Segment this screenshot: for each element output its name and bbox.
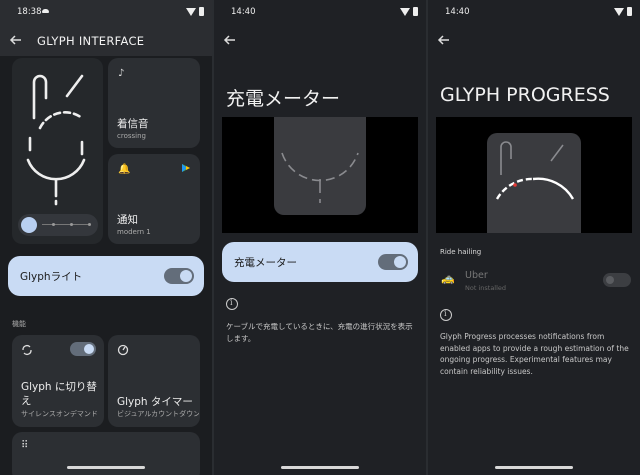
notification-label: 通知 bbox=[117, 214, 138, 226]
notification-card[interactable]: 🔔 通知 modern 1 bbox=[108, 154, 200, 244]
phone-back-illustration bbox=[487, 133, 581, 233]
page-title: GLYPH PROGRESS bbox=[440, 84, 610, 106]
back-arrow-icon[interactable] bbox=[222, 32, 238, 48]
music-note-icon: ♪ bbox=[118, 68, 125, 79]
wifi-icon bbox=[400, 7, 410, 16]
app-name: Uber bbox=[465, 270, 488, 281]
system-icons bbox=[614, 7, 632, 16]
progress-preview bbox=[436, 117, 632, 233]
status-bar: 14:40 bbox=[428, 0, 640, 24]
info-icon bbox=[226, 298, 238, 310]
wifi-icon bbox=[186, 7, 196, 16]
nav-handle[interactable] bbox=[67, 466, 145, 469]
ringtone-label: 着信音 bbox=[117, 118, 149, 130]
system-icons bbox=[400, 7, 418, 16]
screen-charging-meter: 14:40 充電メーター 充電メーター ケーブルで充電しているときに、充電の進行… bbox=[214, 0, 426, 475]
battery-icon bbox=[199, 7, 204, 16]
bell-icon: 🔔 bbox=[118, 164, 131, 175]
status-time: 18:38 bbox=[17, 7, 42, 17]
charging-description: ケーブルで充電しているときに、充電の進行状況を表示します。 bbox=[226, 322, 413, 343]
glyph-light-toggle[interactable] bbox=[164, 268, 194, 284]
flip-toggle[interactable] bbox=[70, 342, 96, 356]
ringtone-card[interactable]: ♪ 着信音 crossing bbox=[108, 58, 200, 148]
charging-preview bbox=[222, 117, 418, 233]
ringtone-value: crossing bbox=[117, 132, 146, 140]
status-bar: 14:40 bbox=[214, 0, 426, 24]
progress-description: Glyph Progress processes notifications f… bbox=[440, 332, 629, 376]
app-status: Not installed bbox=[465, 284, 507, 292]
charging-meter-toggle[interactable] bbox=[378, 254, 408, 270]
glyph-timer-card[interactable]: Glyph タイマー ビジュアルカウントダウン bbox=[108, 335, 200, 427]
timer-icon bbox=[117, 344, 129, 356]
car-icon: 🚕 bbox=[441, 272, 455, 285]
flip-sub: サイレンスオンデマンド bbox=[21, 410, 98, 418]
back-arrow-icon[interactable] bbox=[8, 32, 24, 48]
glyph-preview bbox=[12, 58, 103, 244]
wifi-icon bbox=[614, 7, 624, 16]
charging-meter-row[interactable]: 充電メーター bbox=[222, 242, 418, 282]
brightness-icon bbox=[21, 217, 37, 233]
grid-icon: ⠿ bbox=[21, 440, 29, 451]
cloud-icon bbox=[42, 9, 49, 13]
timer-label: Glyph タイマー bbox=[117, 396, 193, 408]
brightness-slider[interactable] bbox=[18, 214, 98, 236]
slider-track bbox=[42, 224, 90, 225]
back-arrow-icon[interactable] bbox=[436, 32, 452, 48]
flip-icon bbox=[22, 345, 32, 355]
phone-back-illustration bbox=[274, 117, 366, 215]
section-header: 機能 bbox=[12, 320, 26, 328]
status-bar: 18:38 bbox=[0, 0, 212, 24]
page-title: 充電メーター bbox=[226, 88, 341, 110]
info-icon bbox=[440, 309, 452, 321]
flip-label: Glyph に切り替え bbox=[21, 381, 97, 407]
nav-handle[interactable] bbox=[281, 466, 359, 469]
timer-sub: ビジュアルカウントダウン bbox=[117, 410, 199, 418]
battery-icon bbox=[627, 7, 632, 16]
status-time: 14:40 bbox=[231, 7, 256, 17]
nav-handle[interactable] bbox=[495, 466, 573, 469]
status-time: 14:40 bbox=[445, 7, 470, 17]
notification-value: modern 1 bbox=[117, 228, 151, 236]
glyph-light-row[interactable]: Glyphライト bbox=[8, 256, 204, 296]
glyph-light-label: Glyphライト bbox=[20, 271, 83, 283]
glyph-pattern-illustration bbox=[26, 74, 86, 206]
play-store-icon bbox=[182, 164, 190, 172]
uber-toggle[interactable] bbox=[603, 273, 631, 287]
screen-glyph-progress: 14:40 GLYPH PROGRESS Ride hailing 🚕 Uber… bbox=[428, 0, 640, 475]
system-icons bbox=[186, 7, 204, 16]
page-title: GLYPH INTERFACE bbox=[37, 34, 145, 48]
battery-icon bbox=[413, 7, 418, 16]
charging-meter-label: 充電メーター bbox=[234, 257, 297, 269]
flip-to-glyph-card[interactable]: Glyph に切り替え サイレンスオンデマンド bbox=[12, 335, 104, 427]
screen-glyph-interface: 18:38 GLYPH INTERFACE ♪ 着信音 crossing 🔔 通… bbox=[0, 0, 212, 475]
section-header: Ride hailing bbox=[440, 248, 482, 256]
